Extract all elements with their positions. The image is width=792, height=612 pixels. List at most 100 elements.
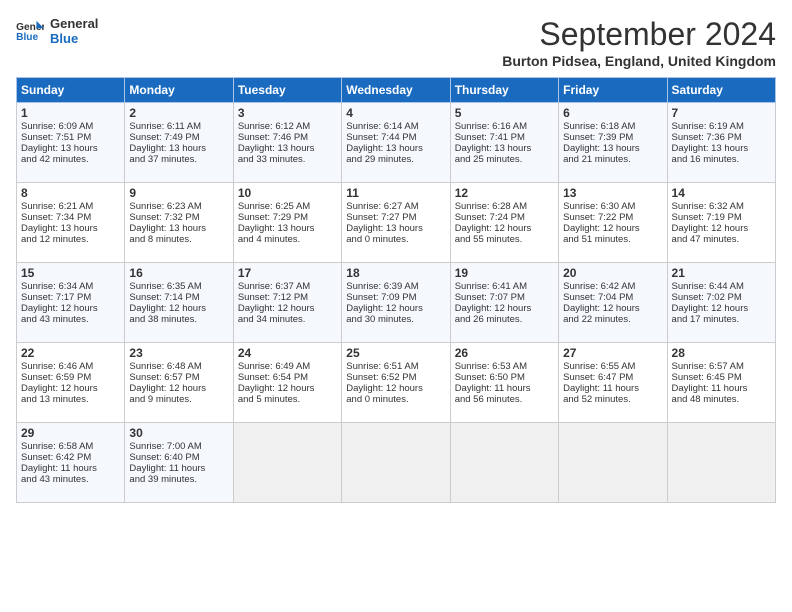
logo-line2: Blue — [50, 31, 98, 46]
day-info-line: Daylight: 13 hours — [21, 143, 120, 154]
day-number: 14 — [672, 186, 771, 200]
calendar-cell: 2Sunrise: 6:11 AMSunset: 7:49 PMDaylight… — [125, 103, 233, 183]
day-info-line: and 43 minutes. — [21, 474, 120, 485]
day-number: 18 — [346, 266, 445, 280]
day-info-line: Daylight: 11 hours — [563, 383, 662, 394]
day-info-line: Sunset: 7:36 PM — [672, 132, 771, 143]
day-number: 29 — [21, 426, 120, 440]
day-info-line: Sunset: 7:24 PM — [455, 212, 554, 223]
day-info-line: Daylight: 13 hours — [238, 143, 337, 154]
day-info-line: Sunset: 7:02 PM — [672, 292, 771, 303]
week-row-1: 8Sunrise: 6:21 AMSunset: 7:34 PMDaylight… — [17, 183, 776, 263]
calendar-cell: 25Sunrise: 6:51 AMSunset: 6:52 PMDayligh… — [342, 343, 450, 423]
day-number: 10 — [238, 186, 337, 200]
day-info-line: Sunrise: 6:55 AM — [563, 361, 662, 372]
day-info-line: Sunset: 7:44 PM — [346, 132, 445, 143]
day-info-line: Sunset: 7:14 PM — [129, 292, 228, 303]
day-info-line: and 42 minutes. — [21, 154, 120, 165]
day-info-line: and 22 minutes. — [563, 314, 662, 325]
calendar-cell: 27Sunrise: 6:55 AMSunset: 6:47 PMDayligh… — [559, 343, 667, 423]
day-info-line: Sunrise: 6:49 AM — [238, 361, 337, 372]
day-number: 6 — [563, 106, 662, 120]
day-info-line: Sunset: 6:50 PM — [455, 372, 554, 383]
calendar-cell: 5Sunrise: 6:16 AMSunset: 7:41 PMDaylight… — [450, 103, 558, 183]
day-info-line: Sunrise: 6:41 AM — [455, 281, 554, 292]
calendar-cell: 14Sunrise: 6:32 AMSunset: 7:19 PMDayligh… — [667, 183, 775, 263]
calendar-table: SundayMondayTuesdayWednesdayThursdayFrid… — [16, 77, 776, 503]
day-info-line: and 0 minutes. — [346, 234, 445, 245]
day-info-line: and 13 minutes. — [21, 394, 120, 405]
day-number: 19 — [455, 266, 554, 280]
day-info-line: Sunset: 6:40 PM — [129, 452, 228, 463]
month-title: September 2024 — [502, 16, 776, 53]
day-info-line: Daylight: 12 hours — [238, 383, 337, 394]
day-info-line: Daylight: 12 hours — [21, 303, 120, 314]
day-info-line: Daylight: 12 hours — [346, 303, 445, 314]
calendar-cell: 15Sunrise: 6:34 AMSunset: 7:17 PMDayligh… — [17, 263, 125, 343]
day-info-line: and 29 minutes. — [346, 154, 445, 165]
calendar-cell: 16Sunrise: 6:35 AMSunset: 7:14 PMDayligh… — [125, 263, 233, 343]
day-info-line: Daylight: 11 hours — [672, 383, 771, 394]
day-info-line: and 37 minutes. — [129, 154, 228, 165]
day-info-line: Daylight: 13 hours — [563, 143, 662, 154]
calendar-cell: 6Sunrise: 6:18 AMSunset: 7:39 PMDaylight… — [559, 103, 667, 183]
day-info-line: Daylight: 13 hours — [21, 223, 120, 234]
day-info-line: Sunrise: 6:21 AM — [21, 201, 120, 212]
calendar-cell: 17Sunrise: 6:37 AMSunset: 7:12 PMDayligh… — [233, 263, 341, 343]
day-info-line: Daylight: 13 hours — [346, 143, 445, 154]
day-info-line: Daylight: 12 hours — [129, 383, 228, 394]
calendar-cell — [342, 423, 450, 503]
day-info-line: Sunrise: 6:11 AM — [129, 121, 228, 132]
calendar-cell: 24Sunrise: 6:49 AMSunset: 6:54 PMDayligh… — [233, 343, 341, 423]
day-number: 17 — [238, 266, 337, 280]
day-info-line: Daylight: 13 hours — [346, 223, 445, 234]
day-info-line: Sunset: 6:54 PM — [238, 372, 337, 383]
day-info-line: Sunset: 7:41 PM — [455, 132, 554, 143]
day-info-line: Sunrise: 6:46 AM — [21, 361, 120, 372]
day-number: 27 — [563, 346, 662, 360]
day-info-line: Sunrise: 6:39 AM — [346, 281, 445, 292]
day-number: 1 — [21, 106, 120, 120]
day-info-line: Sunrise: 6:19 AM — [672, 121, 771, 132]
day-info-line: Daylight: 12 hours — [129, 303, 228, 314]
calendar-cell: 1Sunrise: 6:09 AMSunset: 7:51 PMDaylight… — [17, 103, 125, 183]
day-info-line: Daylight: 12 hours — [455, 303, 554, 314]
day-info-line: Sunrise: 6:44 AM — [672, 281, 771, 292]
day-info-line: Daylight: 12 hours — [346, 383, 445, 394]
calendar-cell: 18Sunrise: 6:39 AMSunset: 7:09 PMDayligh… — [342, 263, 450, 343]
day-info-line: Sunrise: 6:14 AM — [346, 121, 445, 132]
day-info-line: and 30 minutes. — [346, 314, 445, 325]
day-info-line: and 12 minutes. — [21, 234, 120, 245]
day-info-line: Sunrise: 6:16 AM — [455, 121, 554, 132]
day-info-line: Daylight: 12 hours — [672, 303, 771, 314]
day-info-line: Sunset: 7:09 PM — [346, 292, 445, 303]
week-row-2: 15Sunrise: 6:34 AMSunset: 7:17 PMDayligh… — [17, 263, 776, 343]
day-info-line: and 52 minutes. — [563, 394, 662, 405]
day-info-line: Daylight: 11 hours — [455, 383, 554, 394]
day-number: 26 — [455, 346, 554, 360]
col-header-wednesday: Wednesday — [342, 78, 450, 103]
calendar-cell: 9Sunrise: 6:23 AMSunset: 7:32 PMDaylight… — [125, 183, 233, 263]
location: Burton Pidsea, England, United Kingdom — [502, 53, 776, 69]
day-info-line: and 55 minutes. — [455, 234, 554, 245]
day-number: 12 — [455, 186, 554, 200]
day-info-line: Sunset: 7:12 PM — [238, 292, 337, 303]
day-info-line: Sunset: 6:57 PM — [129, 372, 228, 383]
calendar-cell: 21Sunrise: 6:44 AMSunset: 7:02 PMDayligh… — [667, 263, 775, 343]
calendar-cell: 3Sunrise: 6:12 AMSunset: 7:46 PMDaylight… — [233, 103, 341, 183]
calendar-cell — [667, 423, 775, 503]
day-number: 9 — [129, 186, 228, 200]
day-number: 3 — [238, 106, 337, 120]
day-number: 20 — [563, 266, 662, 280]
day-info-line: Sunrise: 6:23 AM — [129, 201, 228, 212]
day-info-line: and 48 minutes. — [672, 394, 771, 405]
day-info-line: Daylight: 13 hours — [129, 223, 228, 234]
col-header-saturday: Saturday — [667, 78, 775, 103]
calendar-cell: 23Sunrise: 6:48 AMSunset: 6:57 PMDayligh… — [125, 343, 233, 423]
day-info-line: and 9 minutes. — [129, 394, 228, 405]
day-info-line: and 21 minutes. — [563, 154, 662, 165]
logo: General Blue General Blue — [16, 16, 98, 46]
calendar-cell: 7Sunrise: 6:19 AMSunset: 7:36 PMDaylight… — [667, 103, 775, 183]
calendar-cell: 11Sunrise: 6:27 AMSunset: 7:27 PMDayligh… — [342, 183, 450, 263]
day-info-line: and 5 minutes. — [238, 394, 337, 405]
